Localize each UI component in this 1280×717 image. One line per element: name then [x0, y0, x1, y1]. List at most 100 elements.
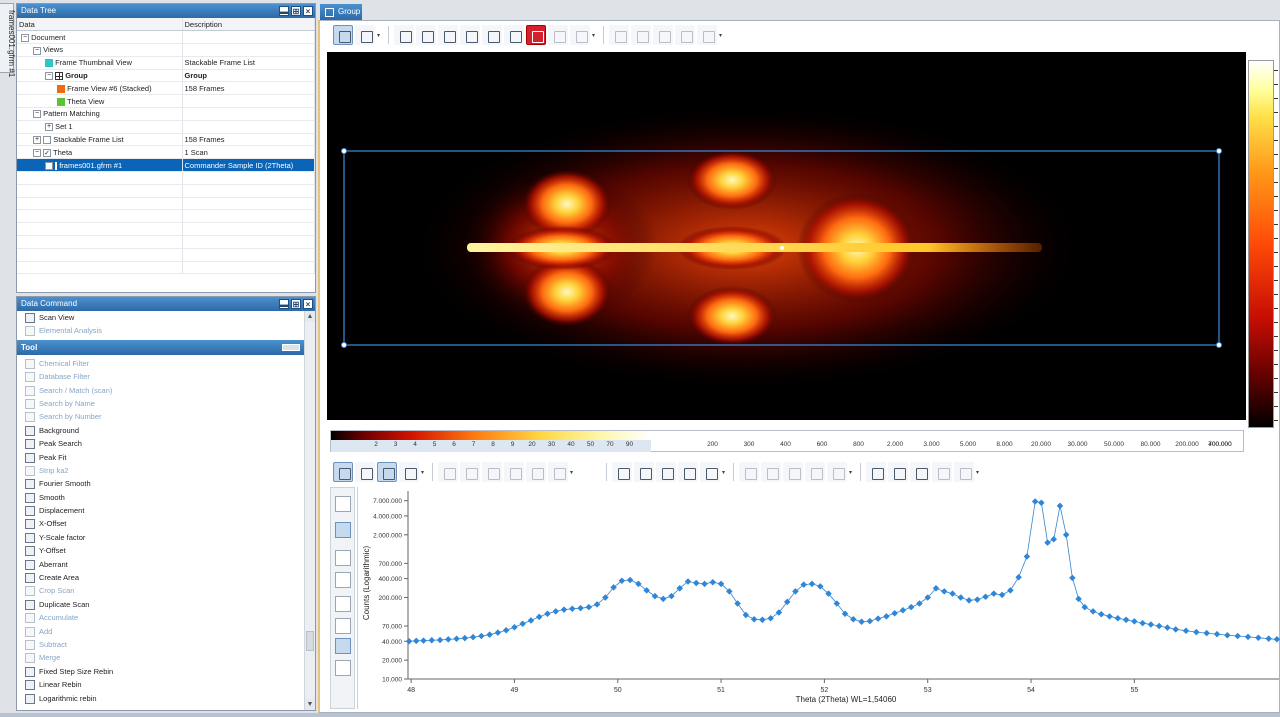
search-tool-button[interactable]	[910, 462, 930, 482]
region-handle[interactable]	[1216, 148, 1222, 154]
region-select-button[interactable]	[482, 25, 502, 45]
command-item[interactable]: Add	[17, 625, 305, 638]
column-header-data[interactable]: Data	[17, 18, 183, 32]
integrate-region-button[interactable]	[526, 25, 546, 45]
dropdown-arrow-icon[interactable]: ▾	[722, 469, 728, 476]
disabled-tool-button[interactable]	[631, 25, 651, 45]
command-item[interactable]: Background	[17, 424, 305, 437]
command-item[interactable]: Strip ka2	[17, 464, 305, 477]
tree-expander-icon[interactable]: −	[45, 72, 53, 81]
command-item[interactable]: Database Filter	[17, 370, 305, 383]
command-item[interactable]: Duplicate Scan	[17, 598, 305, 611]
pin-icon[interactable]: ⊞	[291, 6, 301, 16]
disabled-tool-button[interactable]	[932, 462, 952, 482]
dropdown-arrow-icon[interactable]: ▾	[592, 32, 598, 39]
command-item[interactable]: Y-Scale factor	[17, 531, 305, 544]
tree-row-data-cell[interactable]: − Group	[17, 69, 183, 83]
tree-row[interactable]: + Set 1	[17, 120, 315, 134]
tree-row[interactable]: − Views	[17, 43, 315, 57]
dropdown-arrow-icon[interactable]: ▾	[719, 32, 725, 39]
peak-tool-button[interactable]	[634, 462, 654, 482]
search-tool-button[interactable]	[866, 462, 886, 482]
command-item[interactable]: Search by Name	[17, 397, 305, 410]
disabled-tool-button[interactable]	[526, 462, 546, 482]
disabled-tool-button[interactable]	[805, 462, 825, 482]
tree-checkbox[interactable]	[43, 136, 52, 145]
intensity-scale-slider[interactable]: 2 3 4 5 6 7 8 9 20 30 40 50 70 90 200 300 400 600 800 2.000…	[330, 430, 1244, 452]
dropdown-arrow-icon[interactable]: ▾	[570, 469, 576, 476]
scan-overlay-button[interactable]	[355, 462, 375, 482]
tree-row-data-cell[interactable]: − Pattern Matching	[17, 107, 183, 121]
command-item[interactable]: Logarithmic rebin	[17, 692, 305, 705]
tree-row-data-cell[interactable]: − Document	[17, 30, 183, 45]
tree-row-data-cell[interactable]: − ✓ Theta	[17, 145, 183, 160]
command-item[interactable]: Displacement	[17, 504, 305, 517]
search-tool-button[interactable]	[888, 462, 908, 482]
command-item[interactable]: Fourier Smooth	[17, 477, 305, 490]
disabled-tool-button[interactable]	[739, 462, 759, 482]
scan-chart[interactable]: Counts (Logarithmic) Theta (2Theta) WL=1…	[357, 487, 1280, 709]
command-item[interactable]: Crop Scan	[17, 584, 305, 597]
tree-row-data-cell[interactable]: ✓ frames001.gfrm #1	[17, 158, 183, 173]
command-item[interactable]: Search / Match (scan)	[17, 384, 305, 397]
tree-row-data-cell[interactable]: − Views	[17, 43, 183, 57]
disabled-tool-button[interactable]	[653, 25, 673, 45]
column-header-description[interactable]: Description	[182, 18, 315, 32]
tree-expander-icon[interactable]: −	[33, 110, 41, 119]
overlay-scans-button[interactable]	[335, 618, 351, 634]
command-item[interactable]: Scan View	[17, 311, 305, 324]
disabled-tool-button[interactable]	[548, 25, 568, 45]
tree-expander-icon[interactable]: +	[45, 123, 53, 132]
close-icon[interactable]: ×	[303, 299, 313, 309]
tree-row[interactable]: Theta View	[17, 94, 315, 109]
command-item[interactable]: Y-Offset	[17, 544, 305, 557]
tree-checkbox[interactable]: ✓	[43, 148, 52, 157]
command-item[interactable]: Peak Fit	[17, 451, 305, 464]
linear-scale-button[interactable]	[335, 496, 351, 512]
tree-row[interactable]: ✓ frames001.gfrm #1 Commander Sample ID (…	[17, 158, 315, 173]
circle-select-button[interactable]	[460, 25, 480, 45]
scroll-up-icon[interactable]: ▲	[305, 311, 315, 322]
command-item[interactable]: Smooth	[17, 491, 305, 504]
disabled-tool-button[interactable]	[438, 462, 458, 482]
command-item[interactable]: Accumulate	[17, 611, 305, 624]
tree-checkbox[interactable]: ✓	[45, 161, 53, 170]
peak-tool-button[interactable]	[678, 462, 698, 482]
tree-row[interactable]: Frame View #6 (Stacked) 158 Frames	[17, 81, 315, 96]
pin-icon[interactable]: ⊞	[291, 299, 301, 309]
tree-expander-icon[interactable]: +	[33, 136, 41, 145]
command-item[interactable]: Elemental Analysis	[17, 324, 305, 337]
command-item[interactable]: Peak Search	[17, 437, 305, 450]
frame-image[interactable]	[327, 52, 1246, 420]
minimize-icon[interactable]: ▬	[279, 6, 289, 16]
tree-row-data-cell[interactable]: Theta View	[17, 94, 183, 109]
region-handle[interactable]	[341, 148, 347, 154]
tree-row[interactable]: − Group Group	[17, 69, 315, 83]
dropdown-arrow-icon[interactable]: ▾	[377, 32, 383, 39]
scan-peak-button[interactable]	[399, 462, 419, 482]
tree-expander-icon[interactable]: −	[21, 33, 29, 42]
command-item[interactable]: Fixed Step Size Rebin	[17, 665, 305, 678]
tree-row-data-cell[interactable]: + Set 1	[17, 120, 183, 134]
command-item[interactable]: Chemical Filter	[17, 357, 305, 370]
rectangle-select-button[interactable]	[438, 25, 458, 45]
undo-zoom-button[interactable]	[335, 572, 351, 588]
fit-view-button[interactable]	[394, 25, 414, 45]
stack-scans-button[interactable]	[335, 596, 351, 612]
disabled-tool-button[interactable]	[827, 462, 847, 482]
command-item[interactable]: Merge	[17, 651, 305, 664]
tree-row[interactable]: − Document	[17, 30, 315, 45]
dropdown-arrow-icon[interactable]: ▾	[849, 469, 855, 476]
tab-group[interactable]: Group	[320, 4, 362, 20]
disabled-tool-button[interactable]	[460, 462, 480, 482]
region-handle[interactable]	[341, 342, 347, 348]
tree-row-data-cell[interactable]: Frame View #6 (Stacked)	[17, 81, 183, 96]
disabled-tool-button[interactable]	[697, 25, 717, 45]
disabled-tool-button[interactable]	[761, 462, 781, 482]
command-item[interactable]: Create Area	[17, 571, 305, 584]
disabled-tool-button[interactable]	[954, 462, 974, 482]
scroll-down-icon[interactable]: ▼	[305, 699, 315, 710]
dropdown-arrow-icon[interactable]: ▾	[421, 469, 427, 476]
scrollbar-thumb[interactable]	[306, 631, 314, 651]
region-center-handle[interactable]	[780, 246, 784, 250]
